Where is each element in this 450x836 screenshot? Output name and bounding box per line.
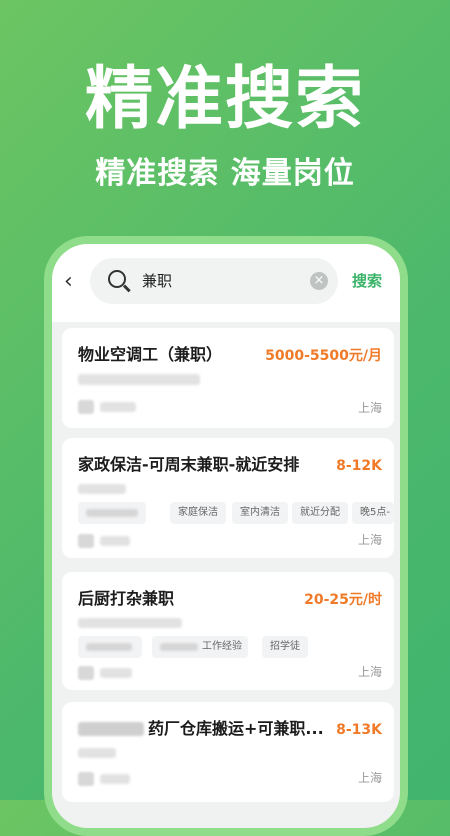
avatar [78,666,94,680]
job-title: 家政保洁-可周末兼职-就近安排 [78,455,300,474]
search-query[interactable]: 兼职 [142,270,172,292]
recruiter-name-blurred [100,402,136,412]
recruiter-name-blurred [100,774,130,784]
recruiter-name-blurred [100,668,132,678]
job-tag: 晚5点- [352,502,394,524]
job-card[interactable]: 后厨打杂兼职 20-25元/时 工作经验 招学徒 上海 [62,572,394,690]
job-location: 上海 [357,533,382,547]
job-tag-blurred [78,636,142,658]
job-salary: 5000-5500元/月 [265,348,382,364]
search-button[interactable]: 搜索 [352,270,382,292]
company-prefix-blurred [78,722,144,736]
phone-mockup: ‹ 兼职 × 搜索 物业空调工（兼职） 5000-5500元/月 上海 家政保洁… [44,236,408,836]
job-title: 后厨打杂兼职 [78,589,175,608]
search-input[interactable]: 兼职 × [90,258,338,304]
job-salary: 20-25元/时 [304,592,382,608]
company-name-blurred [78,374,200,385]
job-tag-blurred [78,502,146,524]
job-tag-label: 工作经验 [202,641,242,652]
hero-subtitle: 精准搜索 海量岗位 [95,156,355,191]
job-tag: 招学徒 [262,636,308,658]
company-name-blurred [78,618,182,628]
job-salary: 8-12K [336,458,382,474]
avatar [78,400,94,414]
back-icon[interactable]: ‹ [64,270,88,294]
hero-title: 精准搜索 [84,60,365,139]
job-title: 物业空调工（兼职） [78,345,223,364]
job-tag: 工作经验 [152,636,248,658]
avatar [78,772,94,786]
job-card[interactable]: 物业空调工（兼职） 5000-5500元/月 上海 [62,328,394,428]
job-title: 药厂仓库搬运+可兼职... [148,719,324,738]
job-tag: 家庭保洁 [170,502,226,524]
job-tag: 就近分配 [292,502,348,524]
search-bar: ‹ 兼职 × 搜索 [52,244,400,322]
job-location: 上海 [357,771,382,785]
recruiter-name-blurred [100,536,130,546]
job-tag: 室内清洁 [232,502,288,524]
job-card[interactable]: 药厂仓库搬运+可兼职... 8-13K 上海 [62,702,394,802]
job-location: 上海 [357,401,382,415]
avatar [78,534,94,548]
search-icon [108,270,126,288]
job-salary: 8-13K [336,722,382,738]
job-card[interactable]: 家政保洁-可周末兼职-就近安排 8-12K 家庭保洁 室内清洁 就近分配 晚5点… [62,438,394,558]
company-name-blurred [78,748,116,758]
job-location: 上海 [357,665,382,679]
company-name-blurred [78,484,126,494]
clear-icon[interactable]: × [310,272,328,290]
